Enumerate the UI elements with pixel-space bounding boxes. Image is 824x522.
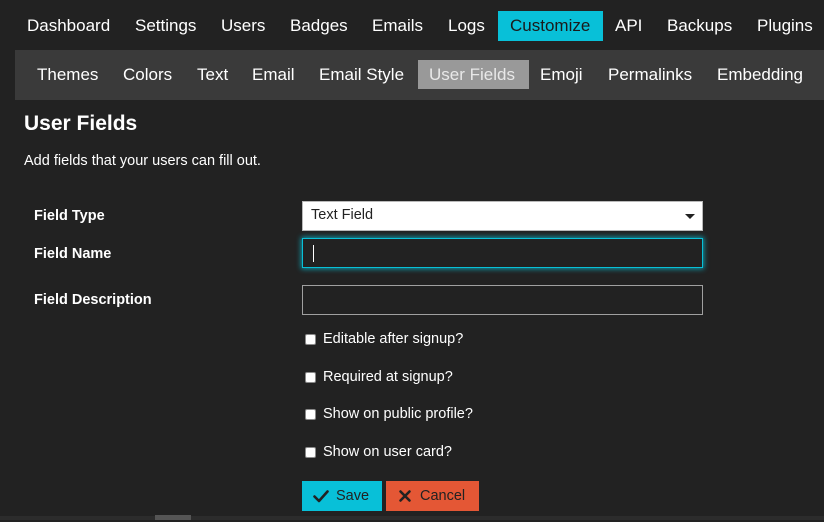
save-label: Save (336, 488, 370, 504)
tab-text[interactable]: Text (186, 60, 239, 89)
chevron-down-icon (685, 214, 695, 219)
tab-themes[interactable]: Themes (26, 60, 109, 89)
field-description-input[interactable] (302, 285, 703, 315)
nav-customize[interactable]: Customize (498, 11, 603, 41)
tab-colors[interactable]: Colors (112, 60, 183, 89)
checkbox-box[interactable] (305, 447, 316, 458)
nav-settings[interactable]: Settings (123, 11, 208, 41)
checkbox-label: Editable after signup? (323, 331, 464, 347)
page-title: User Fields (24, 112, 138, 135)
sub-nav: Themes Colors Text Email Email Style Use… (15, 50, 824, 100)
checkbox-label: Required at signup? (323, 369, 453, 385)
checkbox-label: Show on public profile? (323, 406, 473, 422)
nav-plugins[interactable]: Plugins (745, 11, 824, 41)
field-type-value: Text Field (311, 207, 374, 223)
horizontal-scrollbar[interactable] (155, 515, 191, 520)
nav-dashboard[interactable]: Dashboard (15, 11, 122, 41)
checkbox-label: Show on user card? (323, 444, 452, 460)
nav-logs[interactable]: Logs (436, 11, 497, 41)
tab-permalinks[interactable]: Permalinks (597, 60, 703, 89)
field-type-label: Field Type (34, 208, 105, 224)
tab-emoji[interactable]: Emoji (529, 60, 594, 89)
cancel-label: Cancel (420, 488, 466, 504)
tab-email[interactable]: Email (241, 60, 306, 89)
nav-badges[interactable]: Badges (278, 11, 360, 41)
checkbox-box[interactable] (305, 372, 316, 383)
field-type-select[interactable]: Text Field (302, 201, 703, 231)
nav-emails[interactable]: Emails (360, 11, 435, 41)
checkbox-box[interactable] (305, 409, 316, 420)
checkbox-box[interactable] (305, 334, 316, 345)
text-cursor (313, 245, 314, 262)
top-nav: Dashboard Settings Users Badges Emails L… (0, 0, 824, 50)
save-button[interactable]: Save (302, 481, 382, 511)
tab-user-fields[interactable]: User Fields (418, 60, 529, 89)
nav-backups[interactable]: Backups (655, 11, 744, 41)
cancel-button[interactable]: Cancel (386, 481, 479, 511)
page-bottom-divider (0, 516, 824, 520)
nav-users[interactable]: Users (209, 11, 277, 41)
field-name-input[interactable] (302, 238, 703, 268)
field-description-label: Field Description (34, 292, 152, 308)
tab-embedding[interactable]: Embedding (706, 60, 814, 89)
field-name-label: Field Name (34, 246, 112, 262)
page-description: Add fields that your users can fill out. (24, 153, 261, 169)
nav-api[interactable]: API (603, 11, 654, 41)
tab-email-style[interactable]: Email Style (308, 60, 415, 89)
